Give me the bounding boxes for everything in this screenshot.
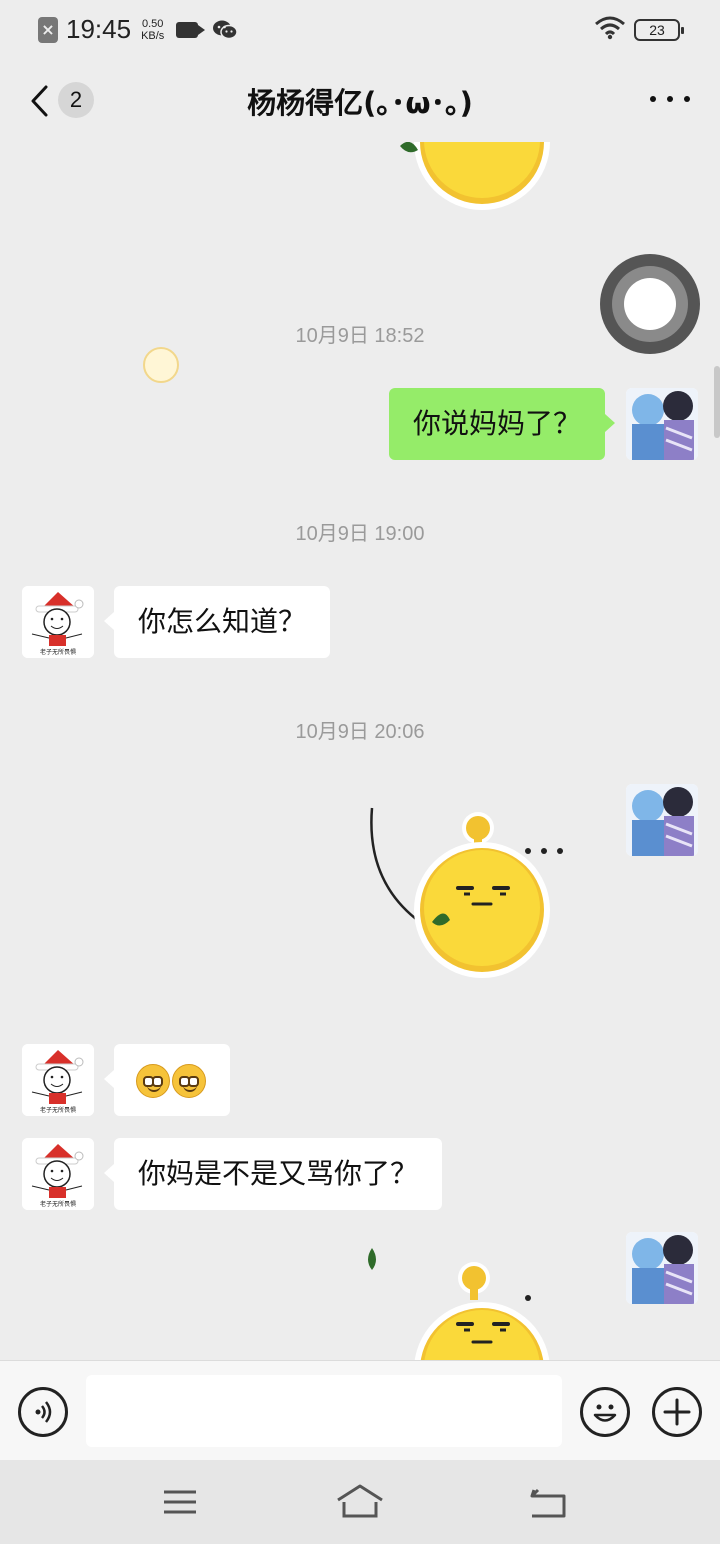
avatar-contact[interactable]: 老子无所畏惧	[22, 1044, 94, 1116]
avatar-caption: 老子无所畏惧	[39, 1201, 76, 1208]
timestamp: 10月9日 20:06	[295, 721, 425, 743]
more-icon	[650, 96, 656, 102]
emoji-icon	[593, 1404, 617, 1422]
scrollbar[interactable]	[714, 366, 720, 438]
status-time: 19:45	[66, 14, 132, 44]
video-camera-icon	[176, 21, 206, 38]
voice-icon	[35, 1401, 52, 1423]
avatar-contact[interactable]: 老子无所畏惧	[22, 1138, 94, 1210]
sticker-message[interactable]	[360, 1242, 560, 1360]
more-button[interactable]	[650, 92, 690, 106]
return-icon	[530, 1488, 566, 1518]
floating-record-button[interactable]	[600, 254, 700, 354]
floating-assistive-dot[interactable]	[143, 347, 179, 383]
chat-header: 2 杨杨得亿(｡･ω･｡)	[0, 58, 720, 142]
return-button[interactable]	[518, 1482, 578, 1522]
menu-icon	[164, 1490, 196, 1514]
plus-button[interactable]	[652, 1387, 702, 1437]
message-input[interactable]	[86, 1375, 562, 1447]
sticker-message[interactable]	[360, 802, 580, 982]
message-bubble-incoming[interactable]	[104, 1044, 230, 1116]
voice-button[interactable]	[18, 1387, 68, 1437]
avatar-caption: 老子无所畏惧	[39, 649, 76, 656]
close-icon: ×	[38, 16, 58, 43]
wifi-icon	[594, 16, 626, 44]
menu-button[interactable]	[150, 1482, 210, 1522]
network-speed: 0.50 KB/s	[141, 18, 164, 42]
chevron-left-icon	[31, 85, 48, 117]
blush-emoji-icon	[172, 1064, 206, 1098]
home-icon	[337, 1484, 383, 1518]
avatar-self[interactable]	[626, 784, 698, 856]
unread-count-badge: 2	[58, 82, 94, 118]
home-button[interactable]	[330, 1482, 390, 1522]
avatar-self[interactable]	[626, 388, 698, 460]
system-navigation-bar	[0, 1460, 720, 1544]
back-button[interactable]: 2	[22, 78, 102, 122]
status-bar: × 19:45 0.50 KB/s 23	[0, 0, 720, 58]
sticker-message[interactable]	[390, 142, 560, 222]
battery-indicator: 23	[634, 19, 684, 41]
blush-emoji-icon	[136, 1064, 170, 1098]
plus-icon	[663, 1398, 691, 1426]
emoji-button[interactable]	[580, 1387, 630, 1437]
network-speed-value: 0.50	[141, 17, 164, 30]
avatar-caption: 老子无所畏惧	[39, 1107, 76, 1114]
timestamp: 10月9日 19:00	[295, 523, 425, 545]
input-bar	[0, 1360, 720, 1460]
message-bubble-incoming[interactable]: 你怎么知道？	[103, 586, 331, 658]
chat-title: 杨杨得亿(｡･ω･｡)	[247, 86, 473, 120]
wechat-icon	[212, 19, 239, 41]
message-bubble-outgoing[interactable]: 你说妈妈了？	[389, 388, 616, 460]
avatar-self[interactable]	[626, 1232, 698, 1304]
message-bubble-incoming[interactable]: 你妈是不是又骂你了？	[103, 1138, 443, 1210]
avatar-contact[interactable]: 老子无所畏惧	[22, 586, 94, 658]
network-speed-unit: KB/s	[141, 29, 165, 42]
